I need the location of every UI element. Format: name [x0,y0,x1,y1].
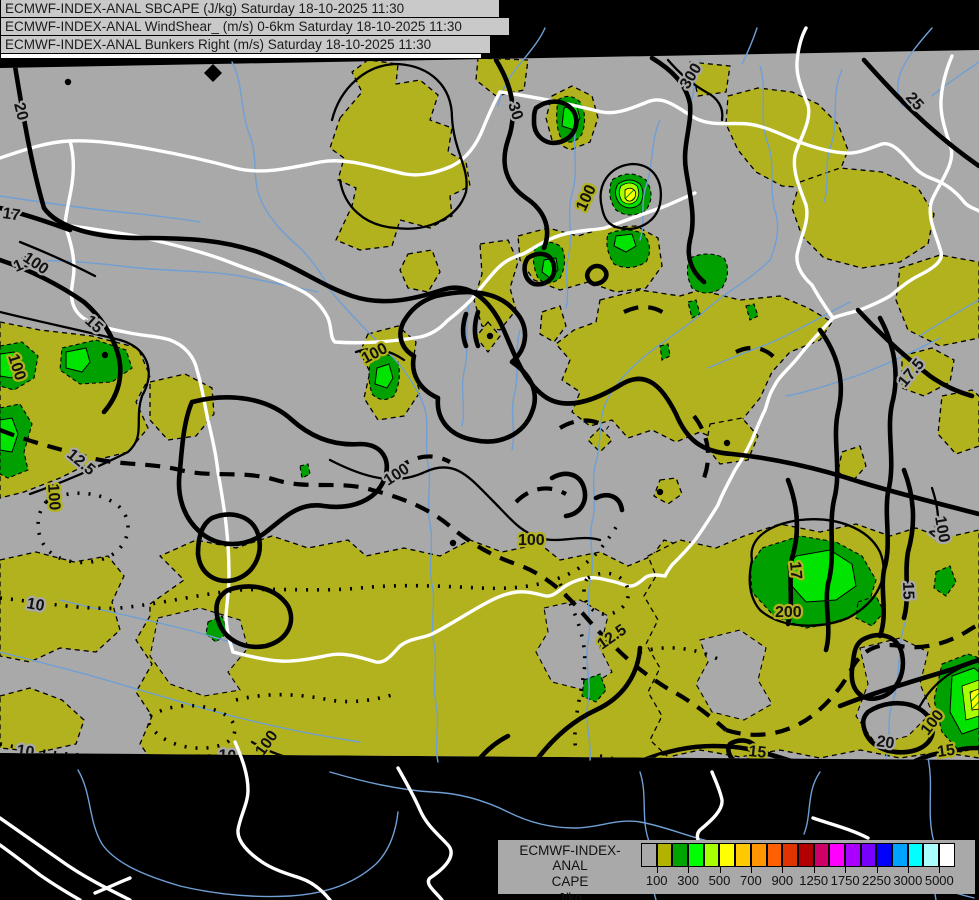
contour-label: 100 [44,483,63,511]
legend-swatch-19 [939,843,955,867]
legend: ECMWF-INDEX-ANAL CAPE J/kg 1003005007009… [498,840,975,894]
legend-tick-label: 2250 [862,873,891,888]
contour-label: 17 [1,205,21,224]
legend-swatch-5 [719,843,735,867]
legend-tick-label: 1250 [799,873,828,888]
legend-units: J/kg [504,890,636,900]
legend-text: ECMWF-INDEX-ANAL CAPE J/kg [504,843,636,900]
legend-swatch-9 [782,843,798,867]
legend-swatch-0 [641,843,657,867]
title-strip [0,53,482,59]
legend-parameter: CAPE [504,874,636,889]
title-sbcape: ECMWF-INDEX-ANAL SBCAPE (J/kg) Saturday … [0,0,500,18]
legend-swatch-3 [688,843,704,867]
legend-swatch-2 [672,843,688,867]
weather-map-screenshot: 20253030017151001001510012.510010010012.… [0,0,979,900]
legend-tick-label: 5000 [925,873,954,888]
legend-swatch-13 [845,843,861,867]
contour-label: 15 [899,582,917,600]
legend-swatch-16 [892,843,908,867]
title-windshear: ECMWF-INDEX-ANAL WindShear_ (m/s) 0-6km … [0,17,510,36]
legend-colorbar [641,843,955,867]
legend-swatch-17 [908,843,924,867]
legend-swatch-6 [735,843,751,867]
contour-label: 15 [936,742,956,761]
map-titles: ECMWF-INDEX-ANAL SBCAPE (J/kg) Saturday … [0,0,510,59]
legend-tick-label: 900 [771,873,793,888]
contour-label: 100 [518,532,545,549]
contour-label: 200 [775,604,802,621]
legend-swatch-15 [876,843,892,867]
legend-swatch-12 [829,843,845,867]
legend-tick-label: 1750 [831,873,860,888]
legend-swatch-10 [798,843,814,867]
weather-map: 20253030017151001001510012.510010010012.… [0,0,979,900]
contour-label: 17 [786,561,804,580]
legend-tick-label: 3000 [893,873,922,888]
title-bunkers-right: ECMWF-INDEX-ANAL Bunkers Right (m/s) Sat… [0,35,491,54]
legend-tick-label: 500 [709,873,731,888]
legend-swatch-14 [861,843,877,867]
legend-tick-label: 100 [646,873,668,888]
legend-swatch-1 [657,843,673,867]
legend-swatch-11 [814,843,830,867]
contour-label: 10 [25,595,46,615]
legend-title: ECMWF-INDEX-ANAL [504,843,636,873]
legend-swatch-8 [767,843,783,867]
legend-swatch-18 [923,843,939,867]
contour-label: 20 [875,733,895,752]
legend-swatch-7 [751,843,767,867]
legend-swatch-4 [704,843,720,867]
legend-tick-label: 300 [677,873,699,888]
legend-tick-label: 700 [740,873,762,888]
